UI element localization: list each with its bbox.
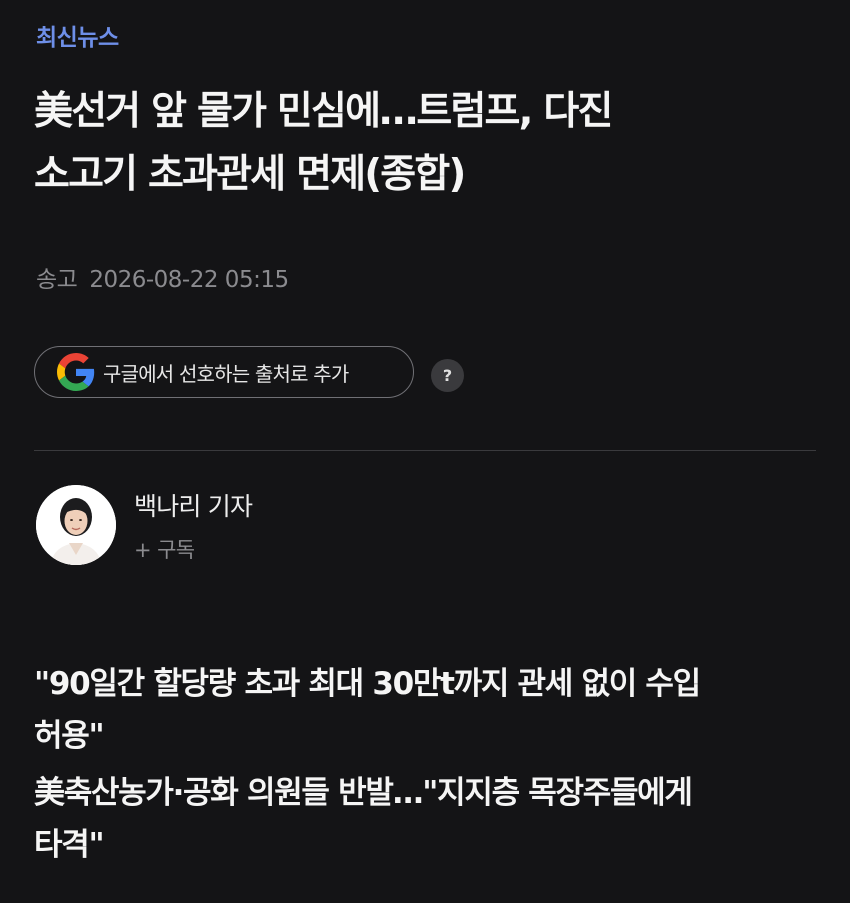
- subtitle: 美축산농가·공화 의원들 반발…"지지층 목장주들에게 타격": [34, 767, 824, 871]
- reporter-avatar-image: [36, 485, 116, 565]
- headline-line: 美선거 앞 물가 민심에…트럼프, 다진: [34, 89, 613, 134]
- article-subtitles: "90일간 할당량 초과 최대 30만t까지 관세 없이 수입 허용" 美축산농…: [34, 658, 824, 876]
- subscribe-button[interactable]: + 구독: [134, 534, 195, 564]
- reporter-name[interactable]: 백나리 기자: [134, 487, 253, 523]
- add-google-preferred-source-button[interactable]: 구글에서 선호하는 출처로 추가: [34, 346, 414, 398]
- google-preferred-label: 구글에서 선호하는 출처로 추가: [103, 361, 349, 386]
- question-mark-icon: ?: [442, 366, 453, 385]
- section-link-latest-news[interactable]: 최신뉴스: [36, 18, 119, 52]
- divider: [34, 450, 816, 451]
- subtitle-line: "90일간 할당량 초과 최대 30만t까지 관세 없이 수입: [34, 666, 701, 702]
- subtitle-line: 美축산농가·공화 의원들 반발…"지지층 목장주들에게: [34, 775, 693, 811]
- reporter-avatar[interactable]: [36, 485, 116, 565]
- subtitle-line: 타격": [34, 827, 105, 863]
- dateline: 송고 2026-08-22 05:15: [36, 260, 289, 294]
- subtitle: "90일간 할당량 초과 최대 30만t까지 관세 없이 수입 허용": [34, 658, 824, 762]
- help-button[interactable]: ?: [431, 359, 464, 392]
- article-headline: 美선거 앞 물가 민심에…트럼프, 다진 소고기 초과관세 면제(종합): [34, 80, 824, 206]
- dateline-label: 송고: [36, 267, 78, 293]
- publish-datetime: 2026-08-22 05:15: [89, 267, 289, 293]
- subtitle-line: 허용": [34, 718, 105, 754]
- google-g-icon: [57, 353, 95, 391]
- headline-line: 소고기 초과관세 면제(종합): [34, 152, 466, 197]
